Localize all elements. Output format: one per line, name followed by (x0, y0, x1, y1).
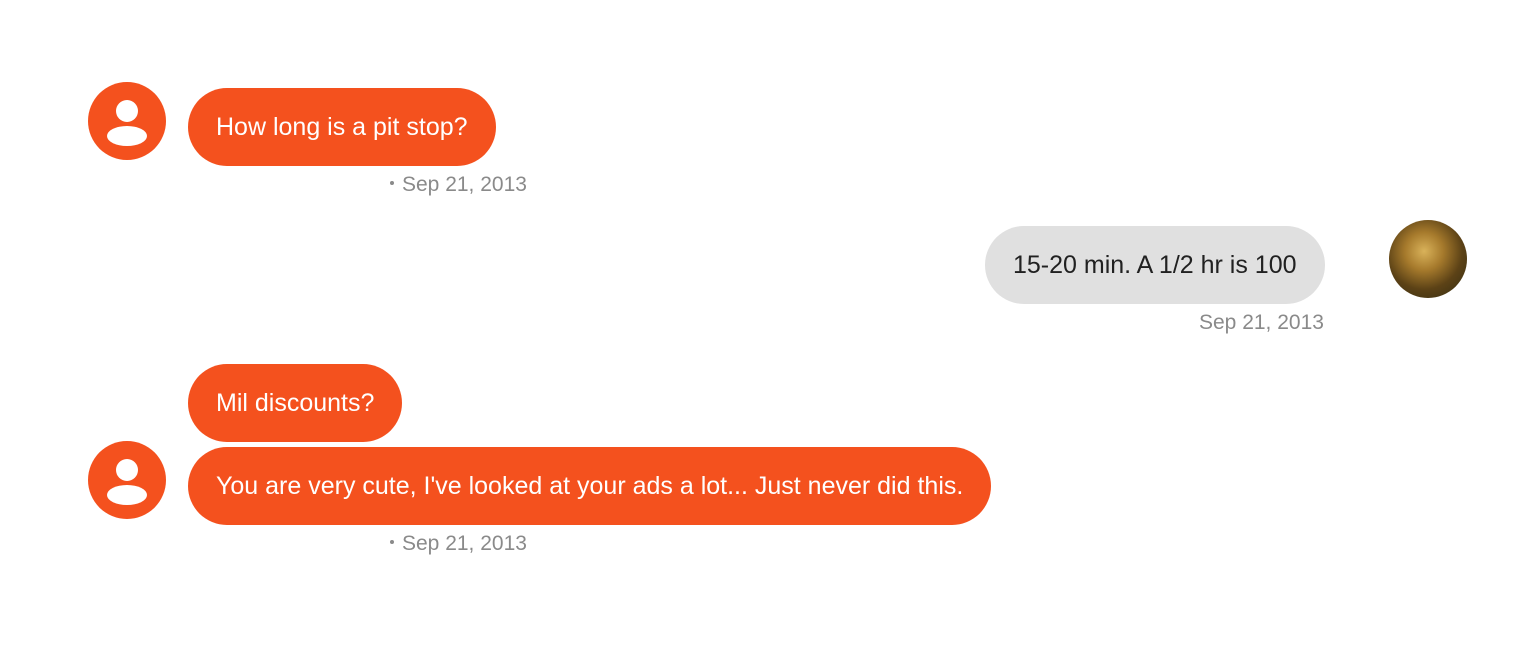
separator-dot (390, 181, 394, 186)
user-photo-avatar[interactable] (1389, 220, 1467, 298)
separator-dot (390, 540, 394, 545)
message-text: 15-20 min. A 1/2 hr is 100 (1013, 251, 1297, 279)
incoming-message-bubble[interactable]: Mil discounts? (188, 364, 403, 442)
message-text: How long is a pit stop? (216, 113, 468, 141)
incoming-message-bubble[interactable]: You are very cute, I've looked at your a… (188, 447, 992, 525)
person-icon (107, 100, 147, 146)
contact-avatar-person-icon[interactable] (88, 82, 166, 160)
message-thread: How long is a pit stop? Sep 21, 2013 15-… (0, 0, 1531, 648)
incoming-message-bubble[interactable]: How long is a pit stop? (188, 88, 496, 166)
outgoing-message-bubble[interactable]: 15-20 min. A 1/2 hr is 100 (985, 226, 1325, 304)
person-icon (107, 459, 147, 505)
message-text: Mil discounts? (216, 389, 375, 417)
contact-avatar-person-icon[interactable] (88, 441, 166, 519)
message-timestamp: Sep 21, 2013 (1199, 311, 1324, 334)
message-text: You are very cute, I've looked at your a… (216, 472, 964, 500)
message-timestamp: Sep 21, 2013 (390, 173, 527, 197)
message-timestamp: Sep 21, 2013 (390, 532, 527, 556)
